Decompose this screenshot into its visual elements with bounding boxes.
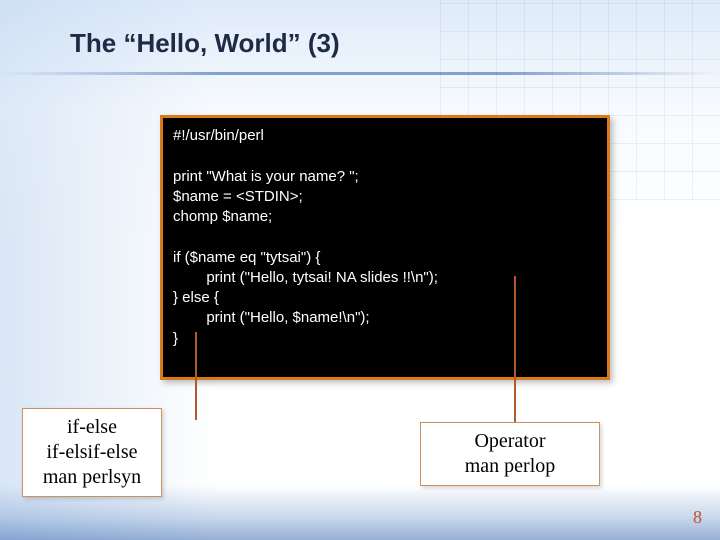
annotation-line: Operator — [431, 429, 589, 454]
page-number: 8 — [693, 507, 702, 528]
connector-line-right — [514, 276, 516, 422]
title-underline — [0, 72, 720, 75]
code-line: print ("Hello, tytsai! NA slides !!\n"); — [173, 269, 438, 286]
connector-line-left — [195, 332, 197, 420]
annotation-line: if-else — [33, 415, 151, 440]
annotation-ifelse: if-else if-elsif-else man perlsyn — [22, 408, 162, 497]
annotation-line: man perlop — [431, 454, 589, 479]
slide-title: The “Hello, World” (3) — [70, 28, 340, 59]
code-block: #!/usr/bin/perl print "What is your name… — [160, 115, 610, 380]
code-line: print ("Hello, $name!\n"); — [173, 309, 370, 326]
code-line: print "What is your name? "; — [173, 168, 359, 185]
annotation-line: man perlsyn — [33, 465, 151, 490]
code-line: if ($name eq "tytsai") { — [173, 249, 320, 266]
annotation-operator: Operator man perlop — [420, 422, 600, 486]
code-line: chomp $name; — [173, 208, 272, 225]
code-line: } else { — [173, 289, 219, 306]
code-line: #!/usr/bin/perl — [173, 127, 264, 144]
code-line: $name = <STDIN>; — [173, 188, 303, 205]
code-line: } — [173, 330, 178, 347]
annotation-line: if-elsif-else — [33, 440, 151, 465]
